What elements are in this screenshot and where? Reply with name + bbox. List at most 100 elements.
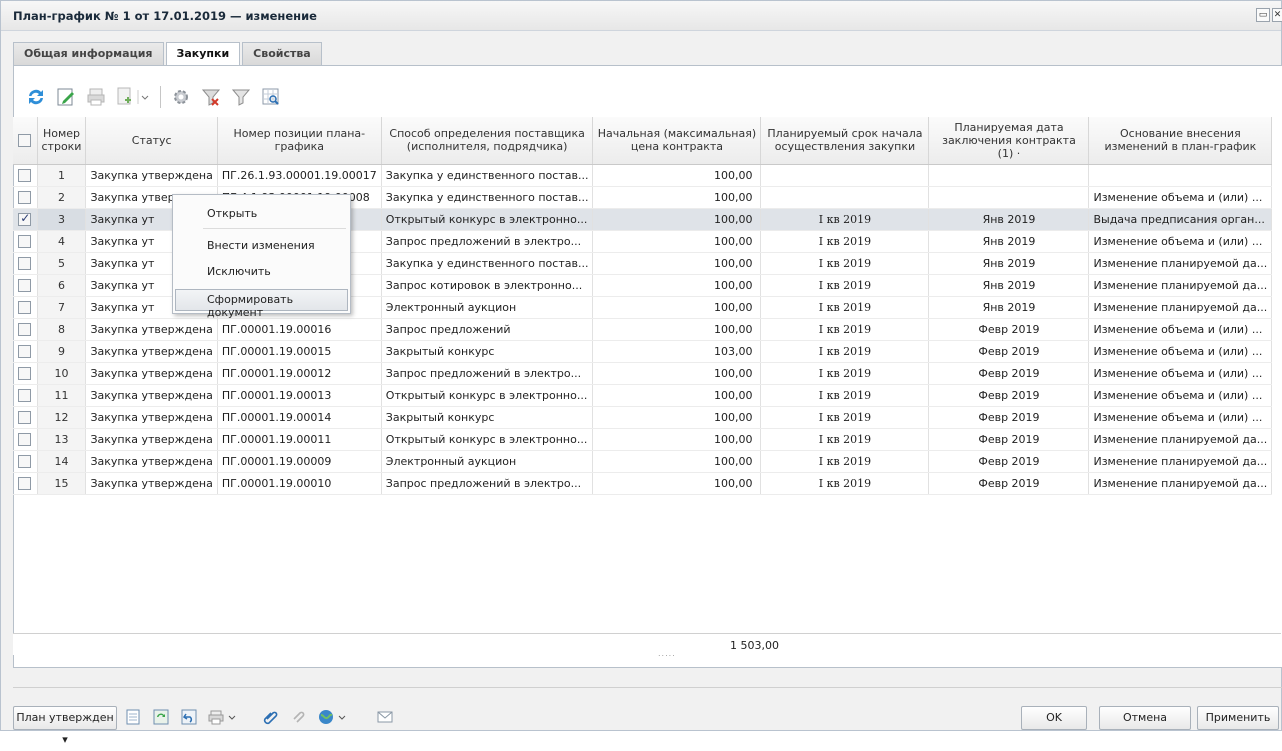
col-initial-price[interactable]: Начальная (максимальная) цена контракта (592, 117, 762, 165)
attach-icon[interactable] (261, 707, 281, 727)
plan-status-button[interactable]: План утвержден ▾ (13, 706, 117, 746)
menu-open[interactable]: Открыть (207, 207, 257, 220)
row-checkbox[interactable] (13, 252, 38, 275)
cell-row-number: 2 (37, 186, 87, 209)
find-icon[interactable] (259, 85, 283, 109)
apply-button[interactable]: Применить (1197, 706, 1279, 730)
table-row[interactable]: 15 Закупка утверждена ПГ.00001.19.00010 Зап… (13, 472, 1273, 495)
table-row[interactable]: 14 Закупка утверждена ПГ.00001.19.00009 Эле… (13, 450, 1273, 473)
cell-position-number: ПГ.00001.19.00009 (217, 450, 382, 473)
totals-row: 1 503,00 ..... (13, 633, 1281, 658)
col-row-number[interactable]: Номер строки (37, 117, 87, 165)
cell-planned-start: I кв 2019 (760, 450, 930, 473)
table-row[interactable]: 12 Закупка утверждена ПГ.00001.19.00014 Зак… (13, 406, 1273, 429)
table-row[interactable]: 13 Закупка утверждена ПГ.00001.19.00011 Отк… (13, 428, 1273, 451)
edit-icon[interactable] (54, 85, 78, 109)
cell-initial-price: 100,00 (592, 186, 762, 209)
col-supplier-method[interactable]: Способ определения поставщика (исполните… (381, 117, 594, 165)
window-title: План-график № 1 от 17.01.2019 — изменени… (13, 9, 317, 23)
table-row[interactable]: 11 Закупка утверждена ПГ.00001.19.00013 Отк… (13, 384, 1273, 407)
col-position-number[interactable]: Номер позиции плана-графика (217, 117, 382, 165)
footer-divider (13, 687, 1282, 688)
cell-change-reason: Изменение объема и (или) ... (1088, 340, 1273, 363)
globe-menu-icon[interactable] (317, 707, 351, 727)
tab-general-info[interactable]: Общая информация (13, 42, 164, 65)
row-checkbox[interactable] (13, 472, 38, 495)
document-icon[interactable] (123, 707, 143, 727)
row-checkbox[interactable] (13, 164, 38, 187)
undo-icon[interactable] (179, 707, 199, 727)
col-change-reason[interactable]: Основание внесения изменений в план-граф… (1088, 117, 1273, 165)
menu-exclude[interactable]: Исключить (207, 265, 271, 278)
cell-row-number: 10 (37, 362, 87, 385)
row-checkbox[interactable] (13, 318, 38, 341)
cell-planned-start: I кв 2019 (760, 406, 930, 429)
row-checkbox[interactable] (13, 362, 38, 385)
cell-planned-contract-date: Февр 2019 (928, 384, 1090, 407)
cell-status: Закупка утверждена (85, 318, 218, 341)
col-planned-start[interactable]: Планируемый срок начала осуществления за… (760, 117, 930, 165)
row-checkbox[interactable] (13, 296, 38, 319)
maximize-icon[interactable]: ▭ (1256, 8, 1270, 22)
filter-clear-icon[interactable] (199, 85, 223, 109)
cell-planned-contract-date: Февр 2019 (928, 450, 1090, 473)
cell-change-reason: Изменение планируемой да... (1088, 428, 1273, 451)
col-status[interactable]: Статус (85, 117, 218, 165)
total-price: 1 503,00 (730, 639, 779, 652)
cell-supplier-method: Электронный аукцион (381, 450, 594, 473)
cell-supplier-method: Закупка у единственного постав... (381, 164, 594, 187)
row-checkbox[interactable] (13, 406, 38, 429)
row-checkbox[interactable] (13, 274, 38, 297)
row-checkbox[interactable] (13, 208, 38, 231)
table-row[interactable]: 10 Закупка утверждена ПГ.00001.19.00012 Зап… (13, 362, 1273, 385)
row-checkbox[interactable] (13, 428, 38, 451)
row-checkbox[interactable] (13, 186, 38, 209)
resize-handle[interactable]: ..... (658, 649, 676, 658)
cell-status: Закупка утверждена (85, 406, 218, 429)
row-checkbox[interactable] (13, 384, 38, 407)
row-checkbox[interactable] (13, 340, 38, 363)
sync-icon[interactable] (151, 707, 171, 727)
print-icon[interactable] (84, 85, 108, 109)
add-document-icon[interactable] (114, 85, 152, 109)
tab-purchases[interactable]: Закупки (165, 42, 241, 66)
cell-planned-start: I кв 2019 (760, 230, 930, 253)
cell-row-number: 12 (37, 406, 87, 429)
row-checkbox[interactable] (13, 230, 38, 253)
row-checkbox[interactable] (13, 450, 38, 473)
cell-supplier-method: Запрос котировок в электронно... (381, 274, 594, 297)
table-row[interactable]: 9 Закупка утверждена ПГ.00001.19.00015 Закр… (13, 340, 1273, 363)
ok-button[interactable]: OK (1021, 706, 1087, 730)
tab-properties[interactable]: Свойства (242, 42, 322, 65)
cell-planned-start: I кв 2019 (760, 208, 930, 231)
cell-supplier-method: Запрос предложений в электро... (381, 362, 594, 385)
cell-row-number: 7 (37, 296, 87, 319)
cell-supplier-method: Закупка у единственного постав... (381, 252, 594, 275)
print-menu-icon[interactable] (207, 707, 241, 727)
plan-schedule-window: План-график № 1 от 17.01.2019 — изменени… (0, 0, 1282, 746)
filter-icon[interactable] (229, 85, 253, 109)
cancel-button[interactable]: Отмена (1099, 706, 1191, 730)
menu-generate-document[interactable]: Сформировать документ (207, 293, 350, 319)
settings-icon[interactable] (169, 85, 193, 109)
table-row[interactable]: 8 Закупка утверждена ПГ.00001.19.00016 Запр… (13, 318, 1273, 341)
col-planned-contract-date[interactable]: Планируемая дата заключения контракта (1… (928, 117, 1090, 165)
cell-row-number: 6 (37, 274, 87, 297)
cell-initial-price: 100,00 (592, 296, 762, 319)
refresh-icon[interactable] (24, 85, 48, 109)
cell-status: Закупка утверждена (85, 164, 218, 187)
close-icon[interactable]: ✕ (1272, 8, 1282, 22)
cell-supplier-method: Электронный аукцион (381, 296, 594, 319)
cell-status: Закупка утверждена (85, 450, 218, 473)
cell-change-reason: Изменение объема и (или) ... (1088, 362, 1273, 385)
menu-make-changes[interactable]: Внести изменения (207, 239, 315, 252)
select-all-checkbox[interactable] (13, 117, 38, 165)
mail-icon[interactable] (375, 707, 395, 727)
cell-position-number: ПГ.26.1.93.00001.19.00017 (217, 164, 382, 187)
cell-supplier-method: Запрос предложений (381, 318, 594, 341)
cell-planned-contract-date: Янв 2019 (928, 208, 1090, 231)
cell-planned-contract-date: Янв 2019 (928, 252, 1090, 275)
table-row[interactable]: 1 Закупка утверждена ПГ.26.1.93.00001.19.0… (13, 164, 1273, 187)
link-icon[interactable] (289, 707, 309, 727)
cell-change-reason: Изменение планируемой да... (1088, 252, 1273, 275)
